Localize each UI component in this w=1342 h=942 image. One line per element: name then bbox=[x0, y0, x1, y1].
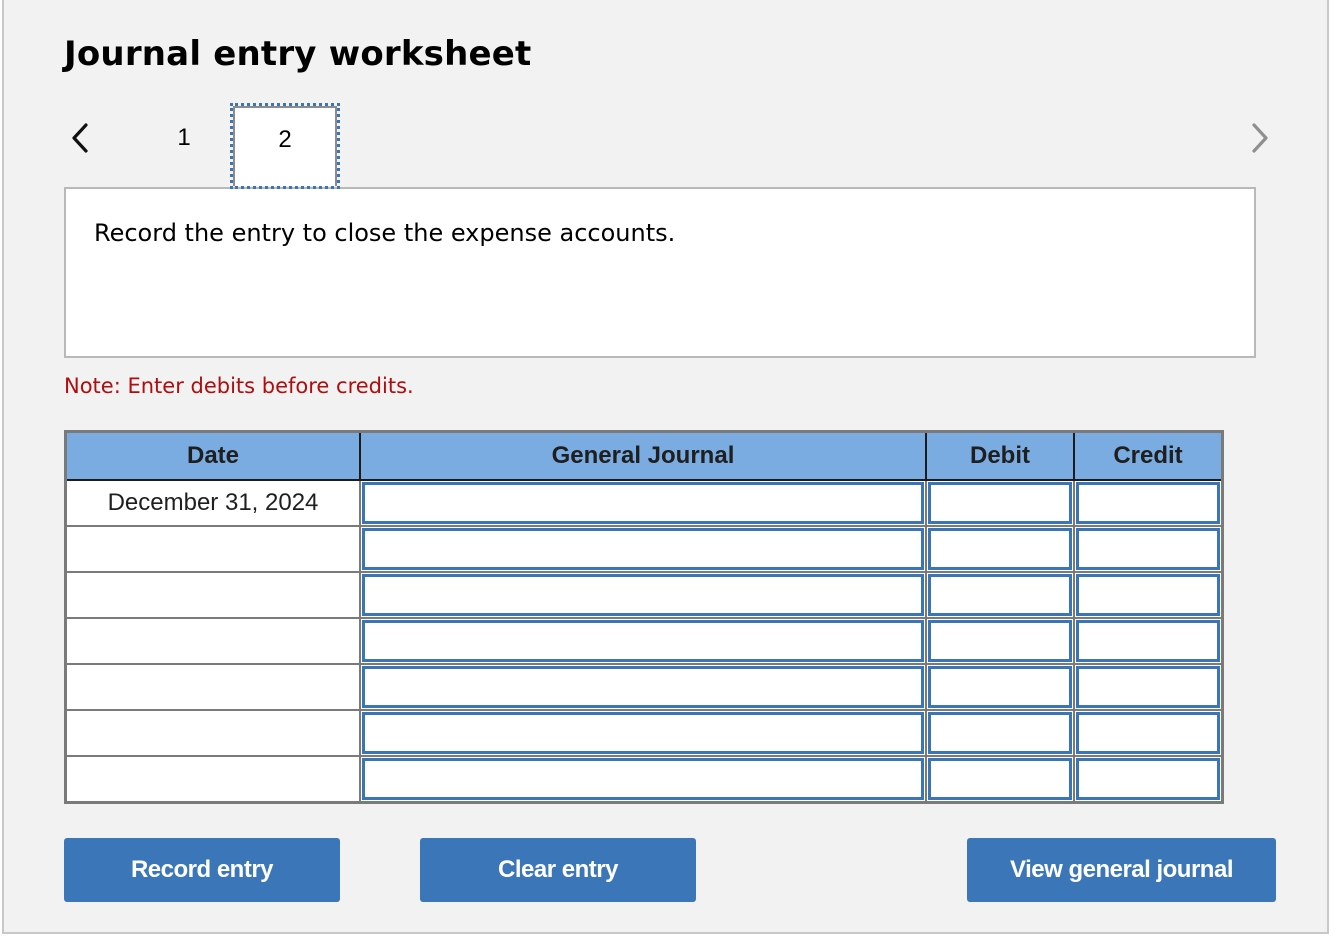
credit-input[interactable] bbox=[1076, 666, 1220, 708]
journal-cell bbox=[359, 571, 927, 619]
table-header-row: Date General Journal Debit Credit bbox=[64, 430, 1224, 481]
view-general-journal-button[interactable]: View general journal bbox=[967, 838, 1276, 902]
date-cell bbox=[64, 617, 361, 665]
debit-cell bbox=[925, 571, 1075, 619]
date-header: Date bbox=[64, 430, 361, 481]
date-cell: December 31, 2024 bbox=[64, 479, 361, 527]
credit-input[interactable] bbox=[1076, 528, 1220, 570]
credit-input[interactable] bbox=[1076, 712, 1220, 754]
date-cell bbox=[64, 663, 361, 711]
table-row bbox=[64, 525, 1224, 573]
journal-cell bbox=[359, 479, 927, 527]
note-text: Note: Enter debits before credits. bbox=[64, 374, 414, 398]
credit-cell bbox=[1073, 617, 1224, 665]
debit-cell bbox=[925, 479, 1075, 527]
debit-cell bbox=[925, 525, 1075, 573]
credit-input[interactable] bbox=[1076, 758, 1220, 800]
credit-input[interactable] bbox=[1076, 482, 1220, 524]
credit-cell bbox=[1073, 479, 1224, 527]
debit-cell bbox=[925, 617, 1075, 665]
tab-2[interactable]: 2 bbox=[230, 103, 340, 189]
general-journal-header: General Journal bbox=[359, 430, 927, 481]
table-row: December 31, 2024 bbox=[64, 479, 1224, 527]
date-cell bbox=[64, 525, 361, 573]
table-row bbox=[64, 571, 1224, 619]
date-cell bbox=[64, 571, 361, 619]
table-row bbox=[64, 755, 1224, 804]
journal-cell bbox=[359, 525, 927, 573]
record-entry-button[interactable]: Record entry bbox=[64, 838, 340, 902]
clear-entry-button[interactable]: Clear entry bbox=[420, 838, 696, 902]
account-input[interactable] bbox=[362, 758, 924, 800]
journal-table: Date General Journal Debit Credit Decemb… bbox=[64, 430, 1224, 804]
credit-header: Credit bbox=[1073, 430, 1224, 481]
credit-input[interactable] bbox=[1076, 574, 1220, 616]
next-button[interactable] bbox=[1244, 118, 1274, 158]
credit-cell bbox=[1073, 755, 1224, 804]
debit-header: Debit bbox=[925, 430, 1075, 481]
page-title: Journal entry worksheet bbox=[64, 34, 532, 74]
debit-input[interactable] bbox=[928, 574, 1072, 616]
account-input[interactable] bbox=[362, 574, 924, 616]
prompt-text: Record the entry to close the expense ac… bbox=[94, 219, 676, 247]
table-row bbox=[64, 617, 1224, 665]
credit-cell bbox=[1073, 525, 1224, 573]
debit-input[interactable] bbox=[928, 758, 1072, 800]
credit-cell bbox=[1073, 663, 1224, 711]
worksheet-panel: Journal entry worksheet 1 2 Record the e… bbox=[2, 0, 1329, 934]
debit-cell bbox=[925, 663, 1075, 711]
debit-input[interactable] bbox=[928, 482, 1072, 524]
previous-button[interactable] bbox=[66, 118, 96, 158]
debit-input[interactable] bbox=[928, 666, 1072, 708]
journal-cell bbox=[359, 709, 927, 757]
tab-2-label: 2 bbox=[278, 126, 292, 153]
prompt-box: Record the entry to close the expense ac… bbox=[64, 187, 1256, 358]
debit-input[interactable] bbox=[928, 528, 1072, 570]
chevron-right-icon bbox=[1252, 123, 1268, 153]
credit-input[interactable] bbox=[1076, 620, 1220, 662]
account-input[interactable] bbox=[362, 666, 924, 708]
debit-cell bbox=[925, 755, 1075, 804]
date-cell bbox=[64, 755, 361, 804]
tab-1[interactable]: 1 bbox=[134, 110, 234, 186]
debit-input[interactable] bbox=[928, 712, 1072, 754]
journal-cell bbox=[359, 755, 927, 804]
debit-input[interactable] bbox=[928, 620, 1072, 662]
account-input[interactable] bbox=[362, 712, 924, 754]
date-cell bbox=[64, 709, 361, 757]
tab-1-label: 1 bbox=[177, 124, 191, 151]
account-input[interactable] bbox=[362, 528, 924, 570]
table-row bbox=[64, 709, 1224, 757]
chevron-left-icon bbox=[72, 123, 88, 153]
account-input[interactable] bbox=[362, 482, 924, 524]
credit-cell bbox=[1073, 709, 1224, 757]
account-input[interactable] bbox=[362, 620, 924, 662]
journal-cell bbox=[359, 617, 927, 665]
debit-cell bbox=[925, 709, 1075, 757]
credit-cell bbox=[1073, 571, 1224, 619]
table-row bbox=[64, 663, 1224, 711]
journal-cell bbox=[359, 663, 927, 711]
